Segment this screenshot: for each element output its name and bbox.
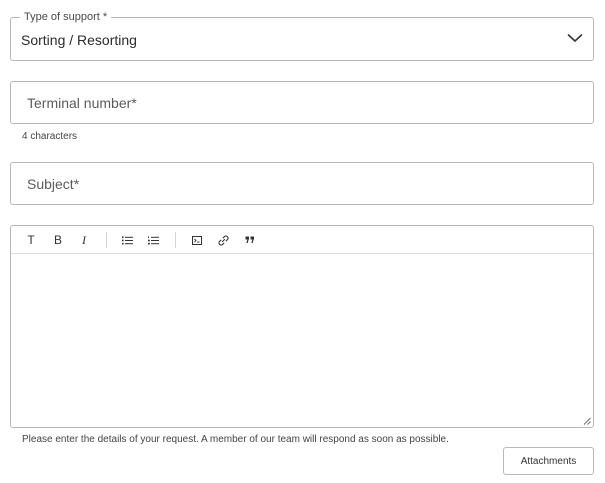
resize-grip-icon[interactable] — [583, 417, 591, 425]
support-request-form: Type of support * Sorting / Resorting 4 … — [0, 0, 605, 483]
toolbar-separator — [106, 232, 107, 248]
subject-input[interactable] — [11, 163, 593, 204]
details-textarea[interactable] — [11, 254, 593, 427]
numbered-list-icon[interactable] — [144, 231, 162, 249]
subject-field — [10, 162, 594, 205]
bullet-list-icon[interactable] — [118, 231, 136, 249]
chevron-down-icon[interactable] — [567, 32, 583, 44]
code-block-icon[interactable] — [188, 231, 206, 249]
terminal-number-hint: 4 characters — [22, 131, 78, 142]
editor-toolbar: T B I — [11, 226, 593, 254]
type-of-support-label: Type of support * — [20, 10, 112, 24]
details-editor: T B I — [10, 225, 594, 428]
toolbar-separator — [175, 232, 176, 248]
text-style-icon[interactable]: T — [22, 231, 40, 249]
italic-icon[interactable]: I — [75, 231, 93, 249]
terminal-number-field — [10, 81, 594, 124]
bold-icon[interactable]: B — [49, 231, 67, 249]
details-helper-text: Please enter the details of your request… — [22, 434, 449, 445]
link-icon[interactable] — [214, 231, 232, 249]
terminal-number-input[interactable] — [11, 82, 593, 123]
quote-icon[interactable] — [241, 231, 259, 249]
type-of-support-select[interactable]: Type of support * Sorting / Resorting — [10, 10, 594, 61]
attachments-button[interactable]: Attachments — [503, 447, 594, 475]
type-of-support-value: Sorting / Resorting — [21, 32, 137, 48]
